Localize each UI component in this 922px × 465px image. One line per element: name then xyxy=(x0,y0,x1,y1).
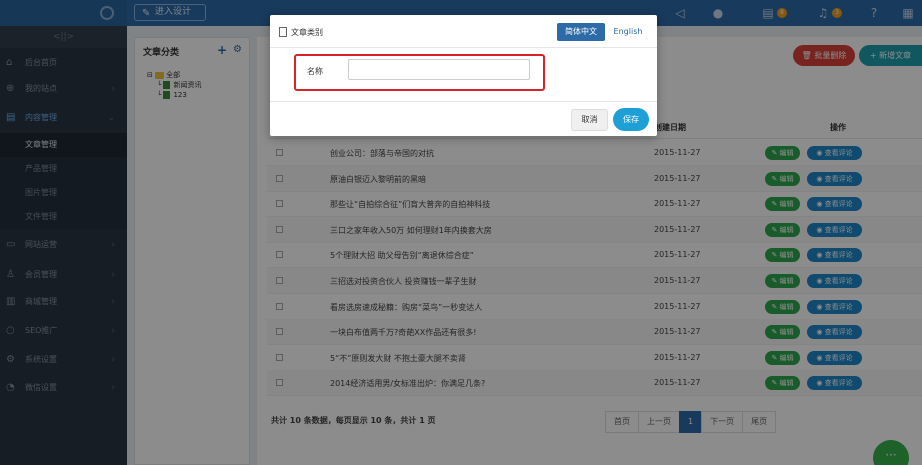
lang-tab-english[interactable]: English xyxy=(608,23,648,41)
dialog-header: 文章类别 简体中文 English xyxy=(270,15,657,48)
name-input[interactable] xyxy=(348,59,530,80)
document-icon xyxy=(279,27,287,37)
cancel-button[interactable]: 取消 xyxy=(571,109,608,131)
name-label: 名称 xyxy=(307,67,323,76)
dialog-footer: 取消 保存 xyxy=(270,101,657,136)
lang-tab-chinese[interactable]: 简体中文 xyxy=(557,23,605,41)
dialog-body: 名称 xyxy=(270,49,657,101)
save-button[interactable]: 保存 xyxy=(613,108,649,131)
category-dialog: 文章类别 简体中文 English 名称 取消 保存 xyxy=(270,15,657,136)
dialog-title: 文章类别 xyxy=(291,28,323,37)
